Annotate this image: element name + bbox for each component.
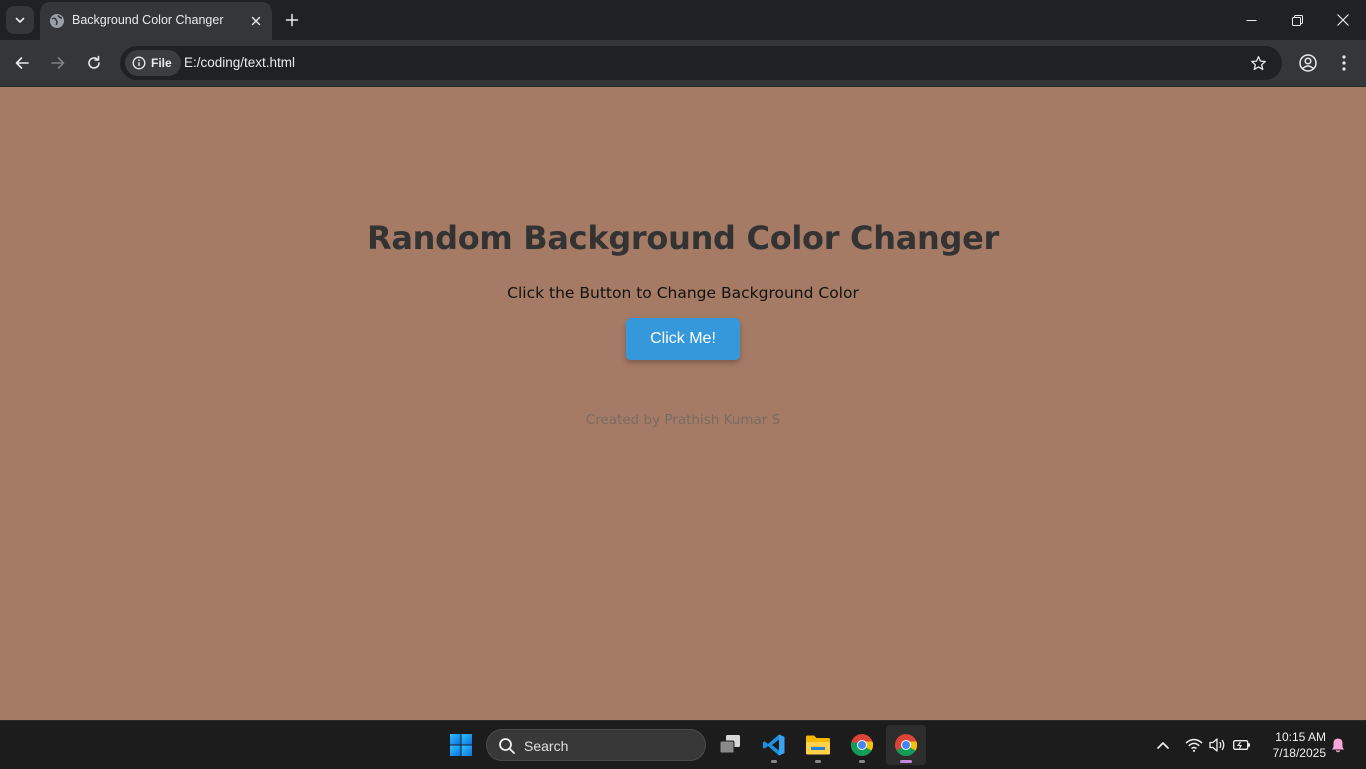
close-icon [1337, 14, 1349, 26]
chrome-active-button[interactable] [886, 725, 926, 765]
task-view-icon [718, 734, 742, 756]
vscode-icon [762, 733, 786, 757]
plus-icon [285, 13, 299, 27]
close-tab-icon[interactable] [248, 13, 264, 29]
tab-search-button[interactable] [6, 6, 34, 34]
url-text[interactable]: E:/coding/text.html [184, 55, 295, 70]
clock-date: 7/18/2025 [1272, 746, 1326, 760]
tab-strip: Background Color Changer [0, 0, 1366, 40]
change-color-button[interactable]: Click Me! [626, 318, 740, 360]
clock[interactable]: 10:15 AM 7/18/2025 [1262, 729, 1326, 761]
search-icon [498, 737, 516, 755]
chrome-button[interactable] [842, 725, 882, 765]
browser-toolbar: File E:/coding/text.html [0, 40, 1366, 87]
new-tab-button[interactable] [282, 10, 302, 30]
active-tab[interactable]: Background Color Changer [40, 2, 272, 40]
bookmark-star-icon[interactable] [1248, 53, 1268, 73]
file-explorer-button[interactable] [798, 725, 838, 765]
chevron-down-icon [14, 14, 26, 26]
volume-icon [1208, 738, 1226, 752]
battery-button[interactable] [1232, 735, 1252, 755]
reload-button[interactable] [80, 49, 108, 77]
profile-button[interactable] [1296, 51, 1320, 75]
chevron-up-icon [1157, 741, 1169, 749]
start-button[interactable] [441, 725, 481, 765]
task-view-button[interactable] [710, 725, 750, 765]
profile-icon [1298, 53, 1318, 73]
running-indicator [771, 760, 777, 763]
start-icon [449, 733, 473, 757]
back-button[interactable] [8, 49, 36, 77]
volume-button[interactable] [1207, 735, 1227, 755]
wifi-icon [1185, 738, 1203, 752]
chrome-icon [894, 733, 918, 757]
page-viewport: Random Background Color Changer Click th… [0, 87, 1366, 720]
vscode-button[interactable] [754, 725, 794, 765]
arrow-right-icon [50, 55, 66, 71]
running-indicator [859, 760, 865, 763]
restore-button[interactable] [1274, 0, 1320, 40]
close-window-button[interactable] [1320, 0, 1366, 40]
show-hidden-icons-button[interactable] [1153, 735, 1173, 755]
browser-menu-button[interactable] [1332, 51, 1356, 75]
info-icon [132, 56, 146, 70]
footer-credit: Created by Prathish Kumar S [585, 412, 781, 428]
globe-icon [49, 13, 65, 29]
site-info-chip[interactable]: File [125, 50, 181, 76]
more-vertical-icon [1342, 55, 1346, 71]
minimize-icon [1246, 15, 1257, 26]
notifications-button[interactable] [1328, 735, 1348, 755]
tab-title: Background Color Changer [72, 13, 224, 27]
restore-icon [1291, 14, 1303, 26]
site-info-label: File [151, 56, 172, 70]
running-indicator [815, 760, 821, 763]
arrow-left-icon [14, 55, 30, 71]
wifi-button[interactable] [1184, 735, 1204, 755]
clock-time: 10:15 AM [1275, 730, 1326, 744]
page-subheading: Click the Button to Change Background Co… [507, 284, 859, 302]
file-explorer-icon [805, 734, 831, 756]
chrome-icon [850, 733, 874, 757]
forward-button[interactable] [44, 49, 72, 77]
page-heading: Random Background Color Changer [367, 219, 999, 257]
battery-icon [1233, 739, 1251, 751]
bell-icon [1330, 737, 1346, 753]
taskbar: Search 10:15 AM 7/18/2025 [0, 720, 1366, 769]
minimize-button[interactable] [1228, 0, 1274, 40]
taskbar-search[interactable]: Search [486, 729, 706, 761]
reload-icon [86, 55, 102, 71]
active-indicator [900, 760, 912, 763]
address-bar[interactable]: File E:/coding/text.html [120, 46, 1282, 80]
search-placeholder: Search [524, 738, 569, 754]
